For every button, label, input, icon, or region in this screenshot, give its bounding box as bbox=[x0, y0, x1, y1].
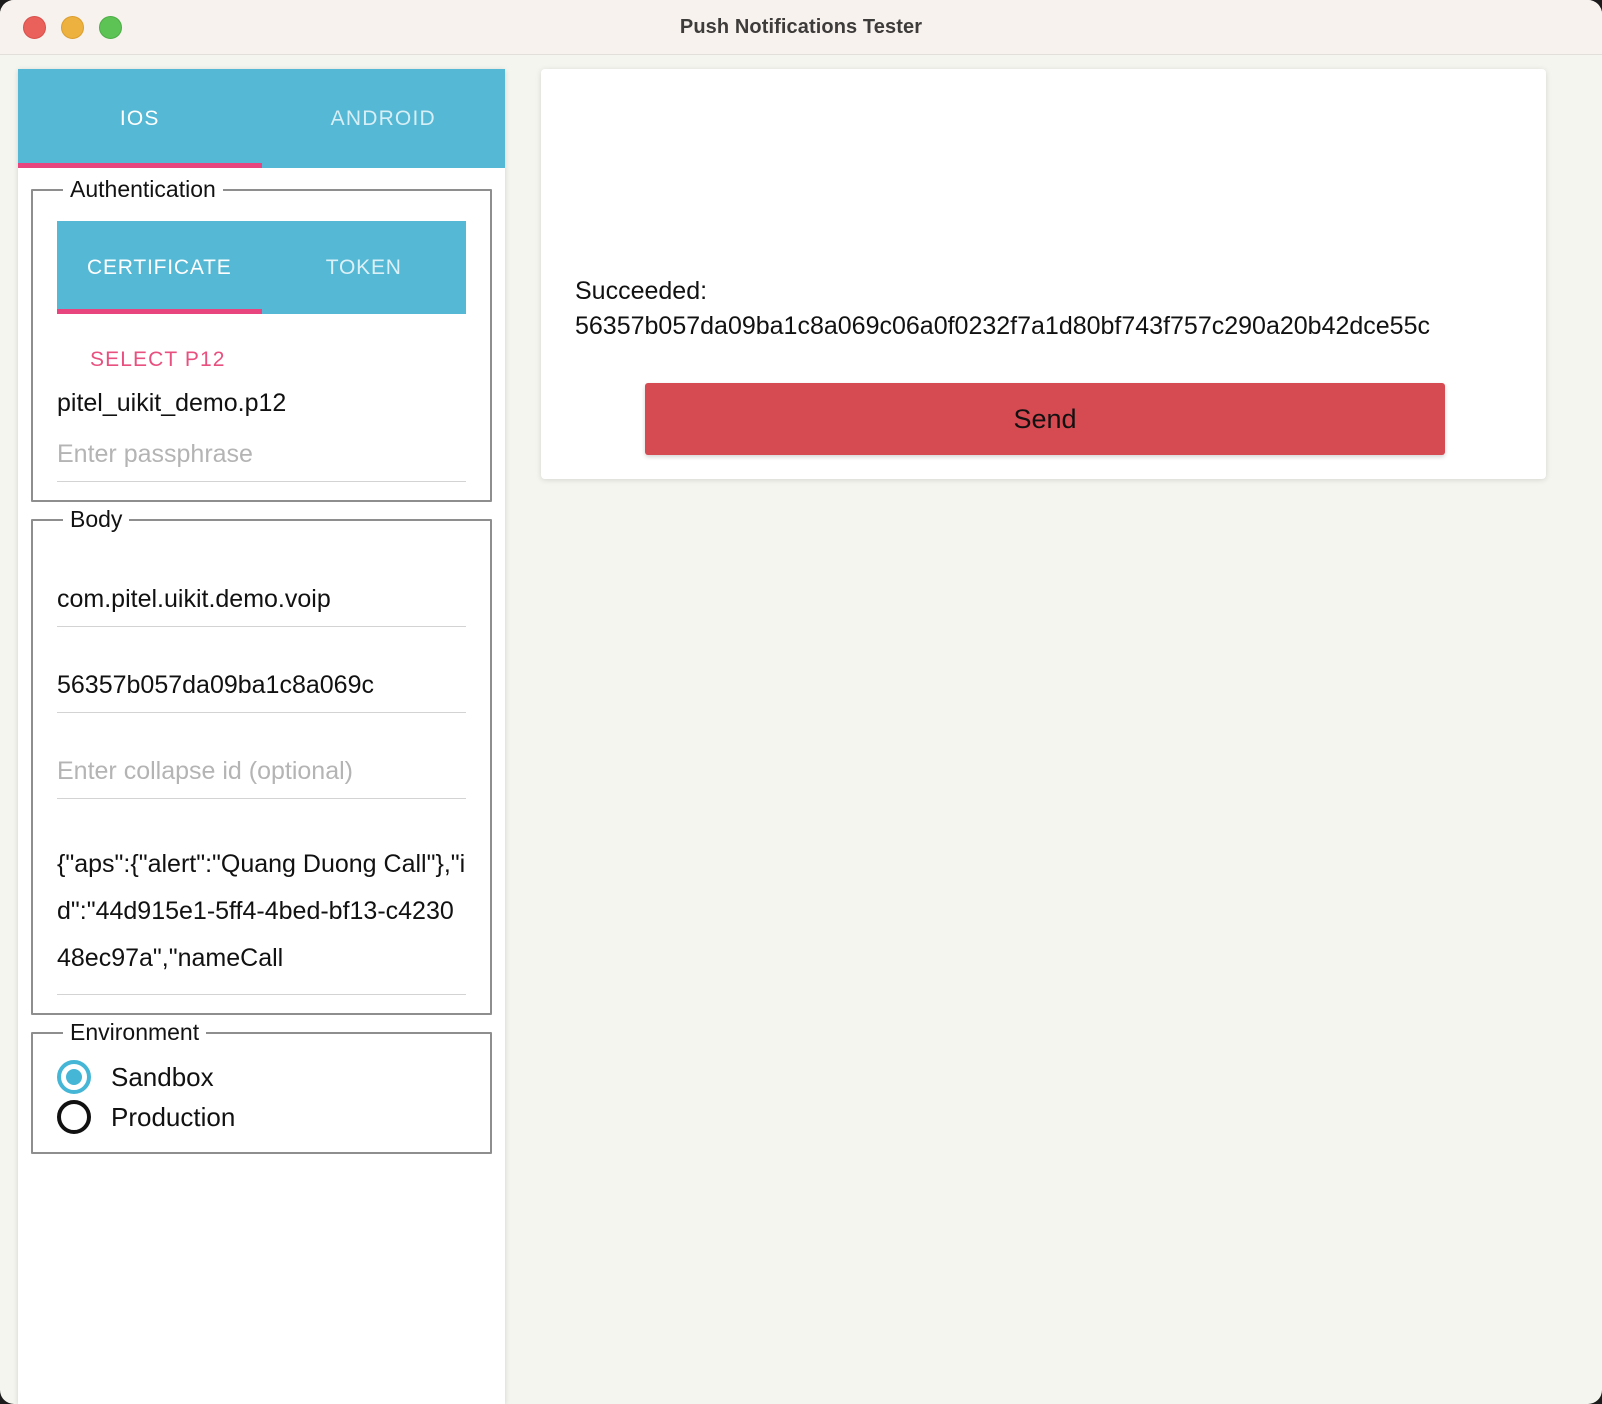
selected-p12-filename: pitel_uikit_demo.p12 bbox=[57, 389, 287, 417]
app-window: Push Notifications Tester IOS ANDROID Au… bbox=[0, 0, 1602, 1404]
passphrase-field[interactable]: Enter passphrase bbox=[57, 440, 466, 482]
result-output: Succeeded: 56357b057da09ba1c8a069c06a0f0… bbox=[575, 274, 1534, 344]
body-legend: Body bbox=[70, 506, 123, 532]
environment-option-sandbox[interactable]: Sandbox bbox=[57, 1060, 466, 1094]
environment-legend: Environment bbox=[70, 1019, 200, 1045]
radio-production-icon[interactable] bbox=[57, 1100, 91, 1134]
window-title: Push Notifications Tester bbox=[679, 15, 923, 38]
send-button[interactable]: Send bbox=[645, 383, 1445, 455]
radio-production-label: Production bbox=[111, 1101, 236, 1132]
tab-token-label: TOKEN bbox=[325, 255, 402, 279]
bundle-id-value: com.pitel.uikit.demo.voip bbox=[57, 585, 331, 613]
tab-android[interactable]: ANDROID bbox=[262, 69, 506, 168]
authentication-group: Authentication CERTIFICATE TOKEN SELECT … bbox=[31, 176, 492, 502]
left-panel: IOS ANDROID Authentication CERTIFICATE T… bbox=[18, 69, 505, 1404]
device-token-field[interactable]: 56357b057da09ba1c8a069c bbox=[57, 671, 466, 713]
environment-option-production[interactable]: Production bbox=[57, 1100, 466, 1134]
bundle-id-field[interactable]: com.pitel.uikit.demo.voip bbox=[57, 585, 466, 627]
window-titlebar: Push Notifications Tester bbox=[0, 0, 1602, 55]
result-status-line: Succeeded: bbox=[575, 277, 708, 305]
radio-sandbox-icon[interactable] bbox=[57, 1060, 91, 1094]
main-content: IOS ANDROID Authentication CERTIFICATE T… bbox=[0, 55, 1602, 1404]
collapse-id-placeholder: Enter collapse id (optional) bbox=[57, 757, 353, 785]
right-panel: Succeeded: 56357b057da09ba1c8a069c06a0f0… bbox=[541, 69, 1546, 479]
tab-android-label: ANDROID bbox=[330, 106, 436, 130]
radio-sandbox-label: Sandbox bbox=[111, 1061, 214, 1092]
device-token-value: 56357b057da09ba1c8a069c bbox=[57, 671, 374, 699]
tab-token[interactable]: TOKEN bbox=[262, 221, 467, 314]
tab-certificate[interactable]: CERTIFICATE bbox=[57, 221, 262, 314]
authentication-tabbar: CERTIFICATE TOKEN bbox=[57, 221, 466, 314]
passphrase-placeholder: Enter passphrase bbox=[57, 440, 253, 468]
tab-certificate-label: CERTIFICATE bbox=[86, 255, 232, 279]
body-group: Body com.pitel.uikit.demo.voip 56357b057… bbox=[31, 506, 492, 1015]
tab-ios-label: IOS bbox=[119, 106, 160, 130]
authentication-legend: Authentication bbox=[70, 176, 216, 202]
environment-group: Environment Sandbox Production bbox=[31, 1019, 492, 1154]
tab-ios[interactable]: IOS bbox=[18, 69, 262, 168]
collapse-id-field[interactable]: Enter collapse id (optional) bbox=[57, 757, 466, 799]
payload-field[interactable]: {"aps":{"alert":"Quang Duong Call"},"id"… bbox=[57, 841, 466, 995]
platform-tabbar: IOS ANDROID bbox=[18, 69, 505, 168]
authentication-tab-indicator bbox=[57, 309, 262, 314]
left-panel-scroll-area[interactable]: Authentication CERTIFICATE TOKEN SELECT … bbox=[18, 168, 505, 1404]
payload-value: {"aps":{"alert":"Quang Duong Call"},"id"… bbox=[57, 850, 466, 972]
result-token-line: 56357b057da09ba1c8a069c06a0f0232f7a1d80b… bbox=[575, 312, 1430, 340]
platform-tab-indicator bbox=[18, 163, 262, 168]
select-p12-button[interactable]: SELECT P12 bbox=[90, 348, 226, 372]
